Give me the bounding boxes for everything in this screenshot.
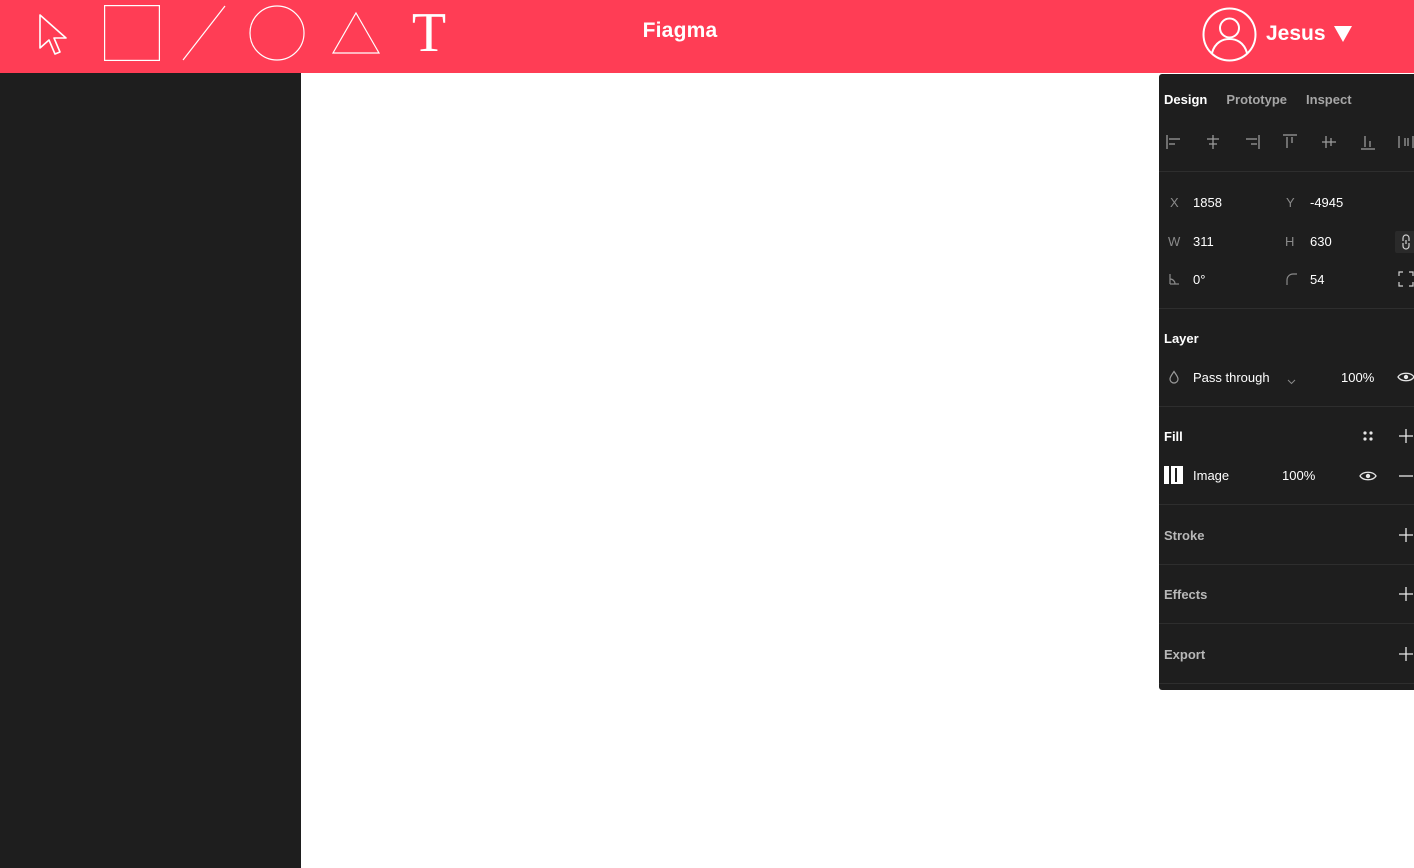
blend-drop-icon [1168,370,1180,387]
align-top-icon[interactable] [1280,132,1300,152]
w-value: 311 [1193,234,1214,249]
divider [1159,406,1414,407]
cursor-arrow-icon [37,5,71,61]
triangle-icon [331,11,381,55]
fill-section-title: Fill [1164,429,1183,444]
rotation-value: 0° [1193,272,1206,287]
h-label: H [1285,234,1295,249]
eye-icon [1397,371,1414,383]
layer-opacity-value: 100% [1341,370,1375,385]
layer-section-title: Layer [1164,331,1199,346]
align-right-icon[interactable] [1242,132,1262,152]
chevron-down-icon [1333,25,1352,47]
user-menu[interactable]: Jesus [1202,6,1352,62]
corner-radius-field[interactable]: 54 [1280,267,1390,291]
tab-inspect[interactable]: Inspect [1306,92,1352,107]
effects-section-title: Effects [1164,587,1208,602]
align-horizontal-center-icon[interactable] [1203,132,1223,152]
text-t-icon: T [411,2,447,64]
divider [1159,504,1414,505]
corners-icon [1398,271,1414,287]
rectangle-tool[interactable] [104,0,160,66]
divider [1159,564,1414,565]
width-field[interactable]: W 311 [1164,229,1274,253]
x-value: 1858 [1193,195,1222,210]
divider [1159,683,1414,684]
panel-tabs: Design Prototype Inspect [1164,92,1352,107]
alignment-toolbar [1159,132,1414,152]
divider [1159,623,1414,624]
fill-styles-button[interactable] [1359,427,1377,445]
remove-fill-button[interactable] [1397,467,1414,485]
rotation-field[interactable]: 0° [1164,267,1274,291]
circle-icon [249,5,305,61]
x-label: X [1170,195,1179,210]
minus-icon [1399,469,1413,483]
divider [1159,171,1414,172]
plus-icon [1399,587,1413,601]
fill-opacity-value: 100% [1282,468,1316,483]
add-stroke-button[interactable] [1397,526,1414,544]
add-export-button[interactable] [1397,645,1414,663]
link-icon [1400,234,1412,250]
select-tool[interactable] [36,0,72,66]
add-fill-button[interactable] [1397,427,1414,445]
square-icon [104,5,160,61]
user-avatar-icon [1202,7,1257,62]
y-value: -4945 [1310,195,1344,210]
text-tool[interactable]: T [408,0,450,66]
triangle-tool[interactable] [331,0,381,66]
height-field[interactable]: H 630 [1280,229,1390,253]
chevron-down-icon [1287,373,1296,388]
plus-icon [1399,528,1413,542]
stroke-section-title: Stroke [1164,528,1205,543]
line-tool[interactable] [182,0,226,66]
tab-prototype[interactable]: Prototype [1226,92,1287,107]
add-effect-button[interactable] [1397,585,1414,603]
image-fill-swatch-icon [1164,466,1183,487]
align-vertical-center-icon[interactable] [1319,132,1339,152]
line-icon [182,5,226,61]
y-label: Y [1286,195,1295,210]
align-bottom-icon[interactable] [1358,132,1378,152]
corner-radius-value: 54 [1310,272,1325,287]
constrain-proportions-button[interactable] [1395,231,1414,253]
left-sidebar [0,73,301,868]
x-position-field[interactable]: X 1858 [1164,190,1274,214]
export-section-title: Export [1164,647,1206,662]
user-name: Jesus [1266,22,1326,45]
blend-mode-value: Pass through [1193,370,1270,385]
fill-visibility-button[interactable] [1359,467,1377,485]
tab-design[interactable]: Design [1164,92,1207,107]
top-toolbar: T Fiagma Jesus [0,0,1414,73]
ellipse-tool[interactable] [249,0,305,66]
independent-corners-button[interactable] [1397,270,1414,288]
eye-icon [1359,470,1377,482]
rotation-angle-icon [1168,272,1180,289]
blend-mode-dropdown[interactable]: Pass through [1164,365,1304,389]
styles-grid-icon [1361,429,1375,443]
layer-visibility-button[interactable] [1397,368,1414,386]
plus-icon [1399,429,1413,443]
plus-icon [1399,647,1413,661]
w-label: W [1168,234,1181,249]
properties-panel: Design Prototype Inspect X 1858 Y -4945 … [1159,74,1414,690]
app-title: Fiagma [642,19,718,42]
fill-layer-row[interactable]: Image 100% [1164,463,1364,487]
divider [1159,308,1414,309]
fill-type-value: Image [1193,468,1230,483]
h-value: 630 [1310,234,1332,249]
layer-opacity-field[interactable]: 100% [1329,365,1379,389]
distribute-horizontal-icon[interactable] [1396,132,1414,152]
y-position-field[interactable]: Y -4945 [1280,190,1390,214]
align-left-icon[interactable] [1164,132,1184,152]
corner-radius-icon [1285,272,1297,289]
